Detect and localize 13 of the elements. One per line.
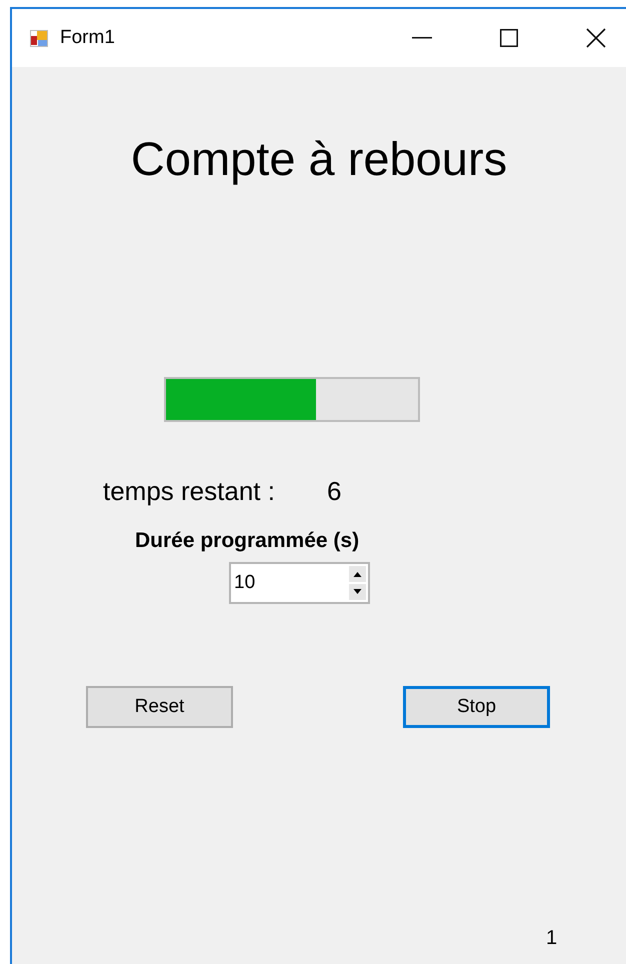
app-icon [30, 30, 48, 46]
counter-text: 1 [546, 927, 558, 949]
duration-spinner[interactable]: 10 [229, 562, 370, 604]
duration-label: Durée programmée (s) [135, 528, 360, 554]
heading: Compte à rebours [130, 132, 508, 186]
minimize-icon[interactable] [412, 37, 432, 39]
close-icon[interactable] [586, 28, 606, 48]
reset-button[interactable]: Reset [86, 686, 233, 728]
remaining-value: 6 [326, 475, 342, 508]
maximize-icon[interactable] [500, 29, 518, 47]
stop-button[interactable]: Stop [403, 686, 550, 728]
window-title: Form1 [60, 27, 115, 49]
remaining-label: temps restant : [103, 475, 275, 508]
